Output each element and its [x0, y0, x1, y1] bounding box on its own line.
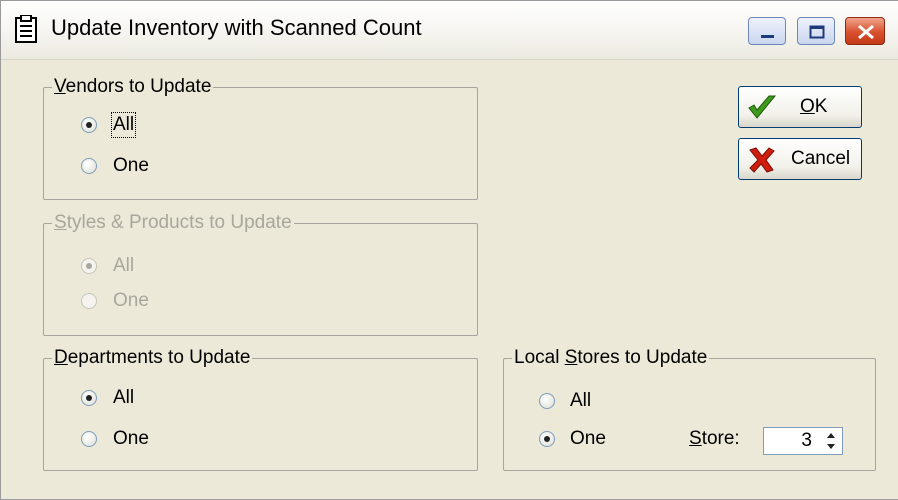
cancel-button[interactable]: Cancel — [738, 138, 862, 180]
window-title: Update Inventory with Scanned Count — [51, 15, 422, 40]
ok-button[interactable]: OK — [738, 86, 862, 128]
vendors-one-radio[interactable] — [81, 158, 97, 174]
departments-one-label[interactable]: One — [113, 428, 149, 450]
ok-label: OK — [800, 96, 828, 117]
minimize-button[interactable] — [748, 17, 786, 45]
maximize-button[interactable] — [797, 17, 835, 45]
close-icon — [858, 24, 874, 40]
styles-all-label: All — [113, 255, 135, 276]
minimize-icon — [761, 35, 774, 38]
local-stores-group-label: Local Stores to Update — [512, 347, 710, 369]
styles-one-radio — [81, 293, 97, 309]
dialog-window: Update Inventory with Scanned Count Vend… — [0, 0, 898, 500]
stores-all-radio[interactable] — [539, 393, 555, 409]
close-button[interactable] — [845, 17, 885, 45]
document-icon — [15, 15, 37, 43]
departments-group-label: Departments to Update — [52, 347, 253, 369]
spin-up-arrow-icon[interactable] — [822, 430, 840, 441]
cancel-label: Cancel — [791, 148, 851, 169]
vendors-one-label[interactable]: One — [113, 155, 149, 177]
styles-one-label: One — [113, 290, 149, 311]
spin-down-arrow-icon[interactable] — [822, 441, 840, 452]
vendors-all-radio[interactable] — [81, 117, 97, 133]
vendors-group: Vendors to Update All One — [43, 76, 478, 200]
departments-one-radio[interactable] — [81, 431, 97, 447]
store-number-value[interactable]: 3 — [801, 430, 812, 452]
departments-all-radio[interactable] — [81, 390, 97, 406]
vendors-group-label: Vendors to Update — [52, 76, 214, 98]
title-bar[interactable]: Update Inventory with Scanned Count — [1, 1, 898, 60]
departments-group: Departments to Update All One — [43, 347, 478, 471]
store-number-spinner[interactable]: 3 — [763, 427, 843, 455]
departments-all-label[interactable]: All — [113, 387, 134, 409]
styles-all-radio — [81, 258, 97, 274]
store-label: Store: — [689, 428, 740, 449]
vendors-all-label[interactable]: All — [110, 112, 137, 138]
stores-one-radio[interactable] — [539, 431, 555, 447]
spin-buttons — [822, 430, 840, 452]
styles-products-group: Styles & Products to Update All One — [43, 212, 478, 336]
stores-all-label[interactable]: All — [570, 390, 591, 412]
styles-products-group-label: Styles & Products to Update — [52, 212, 294, 234]
maximize-icon — [809, 25, 825, 39]
stores-one-label[interactable]: One — [570, 428, 606, 450]
red-x-icon — [749, 147, 775, 173]
checkmark-icon — [748, 95, 777, 119]
